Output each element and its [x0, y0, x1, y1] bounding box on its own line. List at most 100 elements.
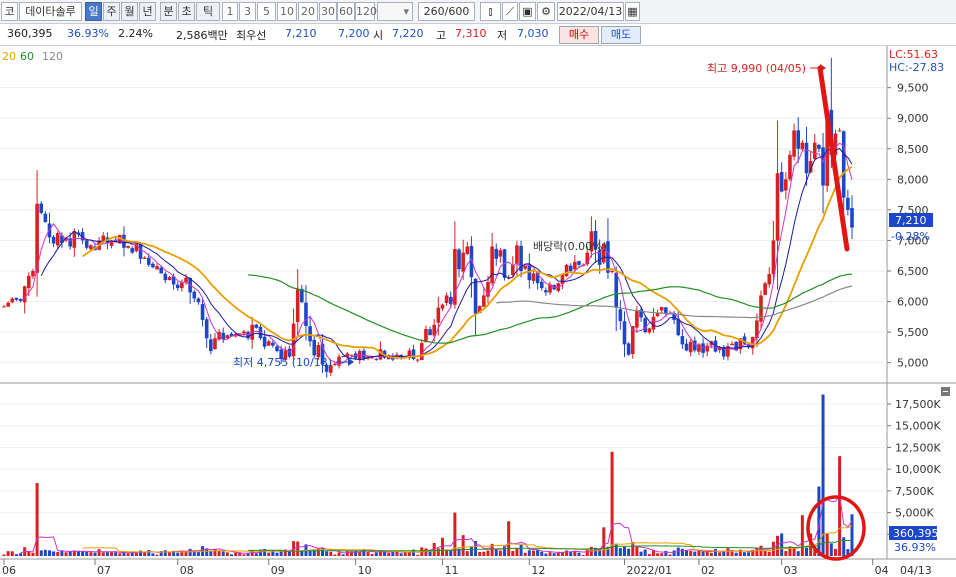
date-tick: 08: [180, 564, 194, 577]
period-year-button[interactable]: 년: [139, 2, 156, 21]
date-tick: 2022/01: [626, 564, 672, 577]
candle: [271, 342, 275, 346]
candle: [705, 345, 710, 352]
volume-bar: [93, 552, 97, 556]
candle: [788, 154, 792, 180]
candle: [43, 213, 48, 223]
interval-1-button[interactable]: 1: [222, 2, 238, 21]
candle: [295, 289, 300, 323]
volume-bar: [635, 546, 639, 556]
high-annotation: 최고 9,990 (04/05): [707, 62, 806, 75]
candle-type-icon[interactable]: ⫾: [480, 2, 501, 21]
date-tick: 10: [358, 564, 372, 577]
lc-label: LC:51.63: [889, 48, 938, 61]
volume-bar: [64, 552, 68, 556]
candle: [196, 298, 201, 303]
volume-bar: [610, 451, 614, 556]
period-week-button[interactable]: 주: [103, 2, 120, 21]
volume-bar: [358, 552, 362, 556]
volume-bar: [97, 549, 101, 556]
candle: [27, 275, 31, 289]
volume-bar: [718, 552, 722, 556]
date-field[interactable]: 2022/04/13: [557, 2, 624, 21]
data-count-field[interactable]: 260/600: [418, 2, 475, 21]
candle: [837, 130, 842, 132]
interval-60-button[interactable]: 60: [337, 2, 355, 21]
volume-bar: [48, 550, 52, 556]
volume-bar: [391, 551, 395, 556]
candle: [436, 307, 441, 323]
volume-bar: [424, 548, 428, 556]
candle: [200, 304, 205, 320]
interval-3-button[interactable]: 3: [239, 2, 256, 21]
candle: [31, 271, 35, 277]
volume-bar: [552, 553, 556, 556]
volume-bar: [254, 553, 258, 556]
candle: [515, 245, 519, 265]
volume-bar: [763, 550, 767, 556]
candle: [175, 284, 180, 289]
buy-button[interactable]: 매수: [559, 26, 599, 44]
interval-10-button[interactable]: 10: [277, 2, 297, 21]
volume-bar: [81, 551, 85, 556]
sell-button[interactable]: 매도: [601, 26, 641, 44]
volume-bar: [345, 551, 349, 556]
candle: [146, 257, 151, 265]
candle: [564, 264, 569, 277]
candle: [473, 278, 478, 314]
volume-bar: [287, 551, 291, 556]
candle: [411, 349, 416, 359]
period-day-button[interactable]: 일: [85, 2, 102, 21]
candle: [614, 272, 619, 308]
interval-30-button[interactable]: 30: [319, 2, 337, 21]
volume-bar: [685, 550, 689, 556]
volume-bar: [713, 548, 717, 556]
current-price-label: 7,210: [895, 214, 927, 227]
candle: [688, 341, 693, 353]
candle: [209, 339, 213, 352]
line-tool-icon[interactable]: ⟋: [502, 2, 518, 21]
calendar-icon[interactable]: ▦: [625, 2, 640, 21]
price-tick: 9,500: [897, 82, 929, 95]
candle: [254, 324, 259, 328]
period-tick-button[interactable]: 틱: [196, 2, 220, 21]
candle: [6, 302, 10, 307]
volume-bar: [639, 551, 643, 556]
market-button[interactable]: 코: [1, 2, 18, 21]
interval-dropdown[interactable]: ▾: [377, 2, 413, 21]
volume-bar: [825, 533, 829, 556]
volume-bar: [565, 550, 569, 556]
volume-bar: [792, 548, 796, 556]
candle: [333, 363, 337, 365]
candle: [792, 130, 796, 157]
trade-amount: 2,586백만: [176, 29, 228, 42]
settings-icon[interactable]: ⚙: [537, 2, 555, 21]
interval-5-button[interactable]: 5: [257, 2, 276, 21]
turnover-rate: 2.24%: [118, 27, 153, 40]
interval-120-button[interactable]: 120: [355, 2, 377, 21]
candle: [763, 283, 767, 295]
volume-bar: [6, 551, 10, 556]
change-rate: 36.93%: [67, 27, 109, 40]
volume-bar: [267, 552, 271, 556]
candle: [275, 346, 279, 352]
interval-20-button[interactable]: 20: [298, 2, 318, 21]
volume-tick: 17,500K: [895, 398, 941, 411]
price-volume-chart[interactable]: 9,5009,0008,5008,0007,5007,0006,5006,000…: [0, 46, 956, 577]
date-tick: 07: [97, 564, 111, 577]
legend-ma60: 60: [20, 50, 34, 63]
candle: [461, 252, 465, 272]
candle: [821, 147, 825, 186]
stock-name-field[interactable]: 데이타솔루: [19, 2, 82, 21]
current-volume-label: 360,395: [893, 527, 939, 540]
volume-bar: [618, 548, 622, 556]
candle: [192, 291, 197, 299]
period-minute-button[interactable]: 분: [160, 2, 177, 21]
period-month-button[interactable]: 월: [121, 2, 138, 21]
volume-bar: [416, 554, 420, 556]
candle: [490, 246, 494, 284]
volume-bar: [134, 552, 138, 556]
period-second-button[interactable]: 초: [178, 2, 195, 21]
volume-bar: [19, 553, 23, 556]
save-icon[interactable]: ▣: [519, 2, 536, 21]
